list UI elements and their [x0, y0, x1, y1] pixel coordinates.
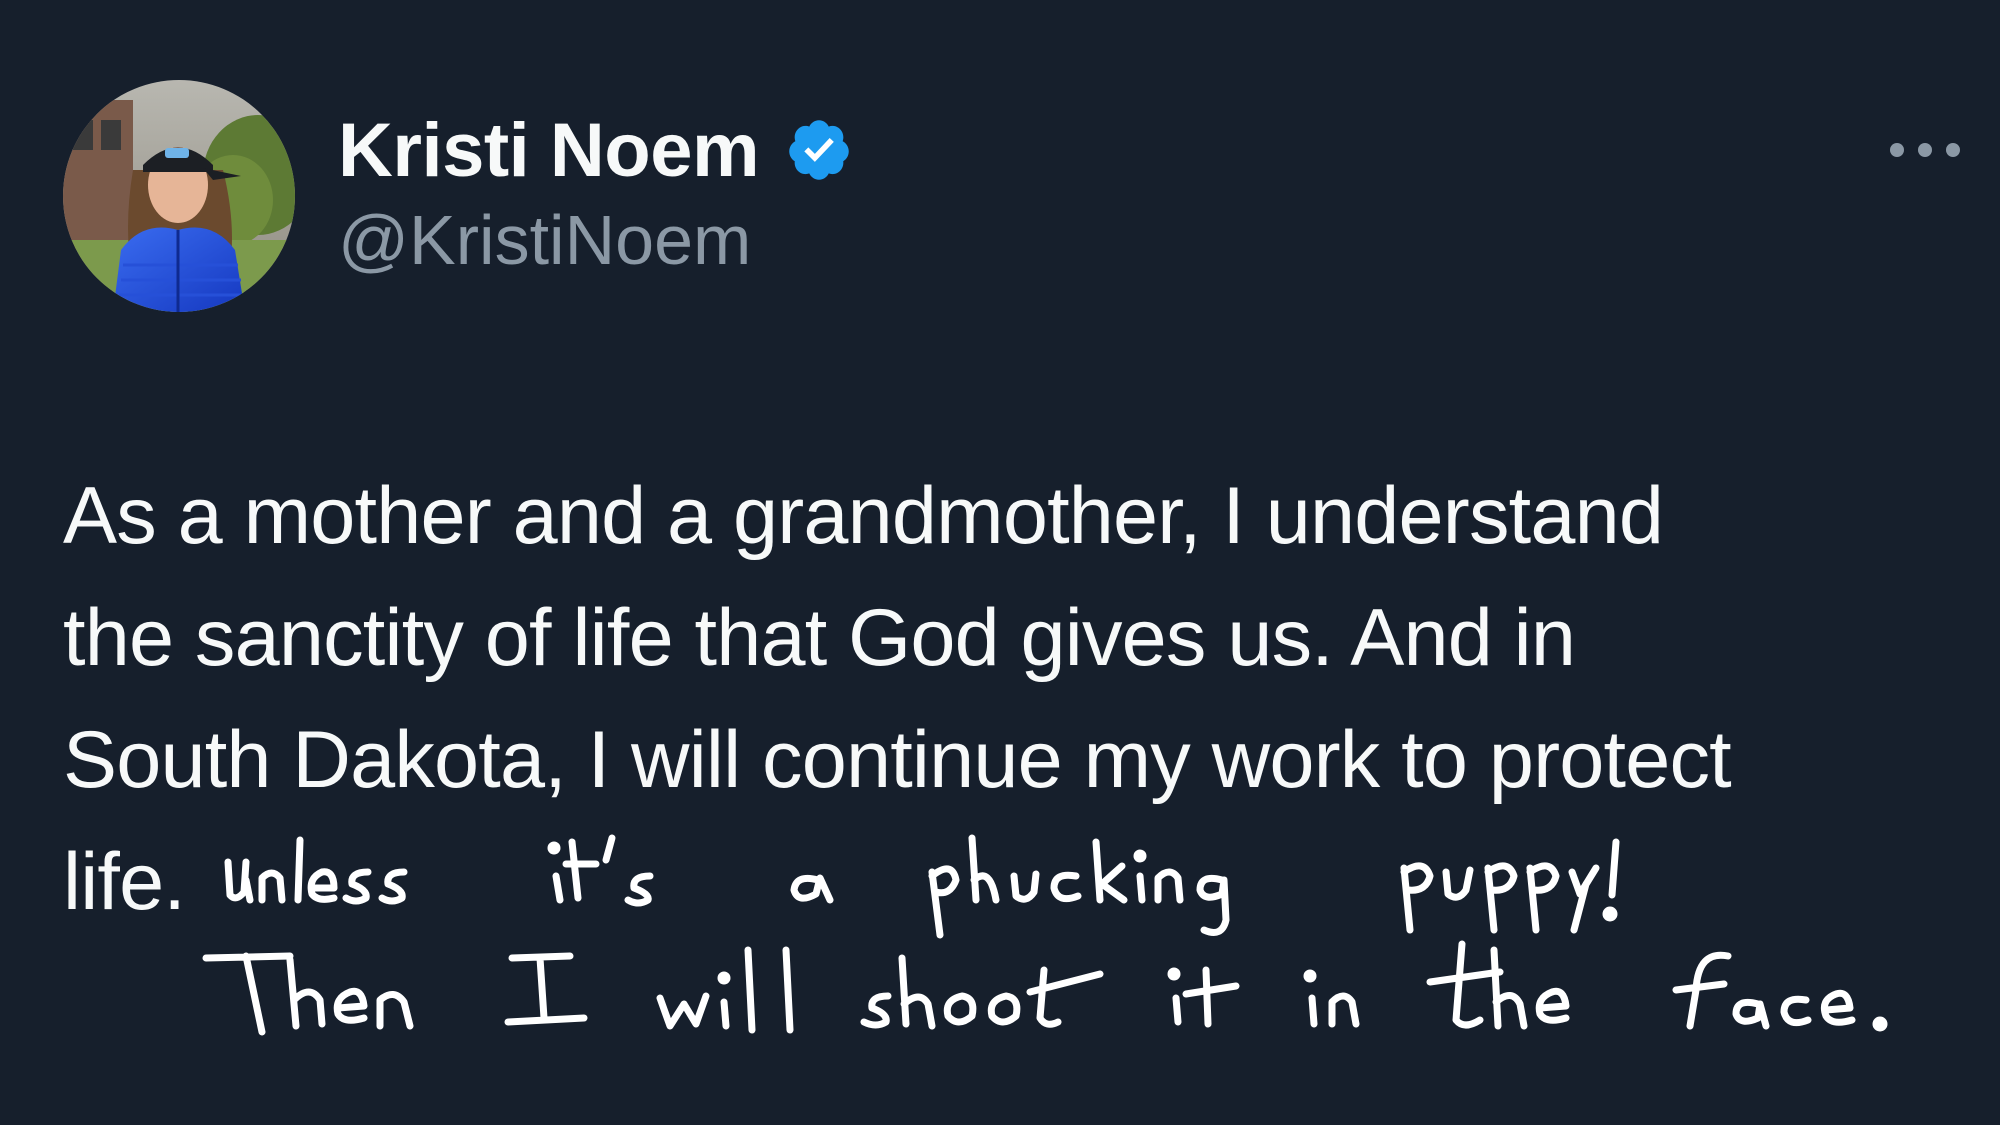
verified-badge-icon[interactable] [785, 116, 853, 184]
author-handle[interactable]: @KristiNoem [338, 200, 751, 280]
tweet-body-line: life. [63, 837, 186, 927]
author-display-name[interactable]: Kristi Noem [338, 107, 760, 194]
tweet-body-line: South Dakota, I will continue my work to… [63, 715, 1732, 805]
handwriting-line-2 [202, 940, 1888, 1036]
tweet-body: As a mother and a grandmother, I underst… [63, 455, 1983, 943]
more-options-button[interactable] [1880, 120, 1970, 180]
author-name-row: Kristi Noem [338, 100, 853, 200]
tweet-card: Kristi Noem @KristiNoem As a mother and … [0, 0, 2000, 1125]
tweet-body-line: As a mother and a grandmother, I underst… [63, 471, 1664, 561]
tweet-body-line: the sanctity of life that God gives us. … [63, 593, 1576, 683]
more-options-icon [1890, 143, 1960, 157]
author-avatar[interactable] [63, 80, 295, 312]
